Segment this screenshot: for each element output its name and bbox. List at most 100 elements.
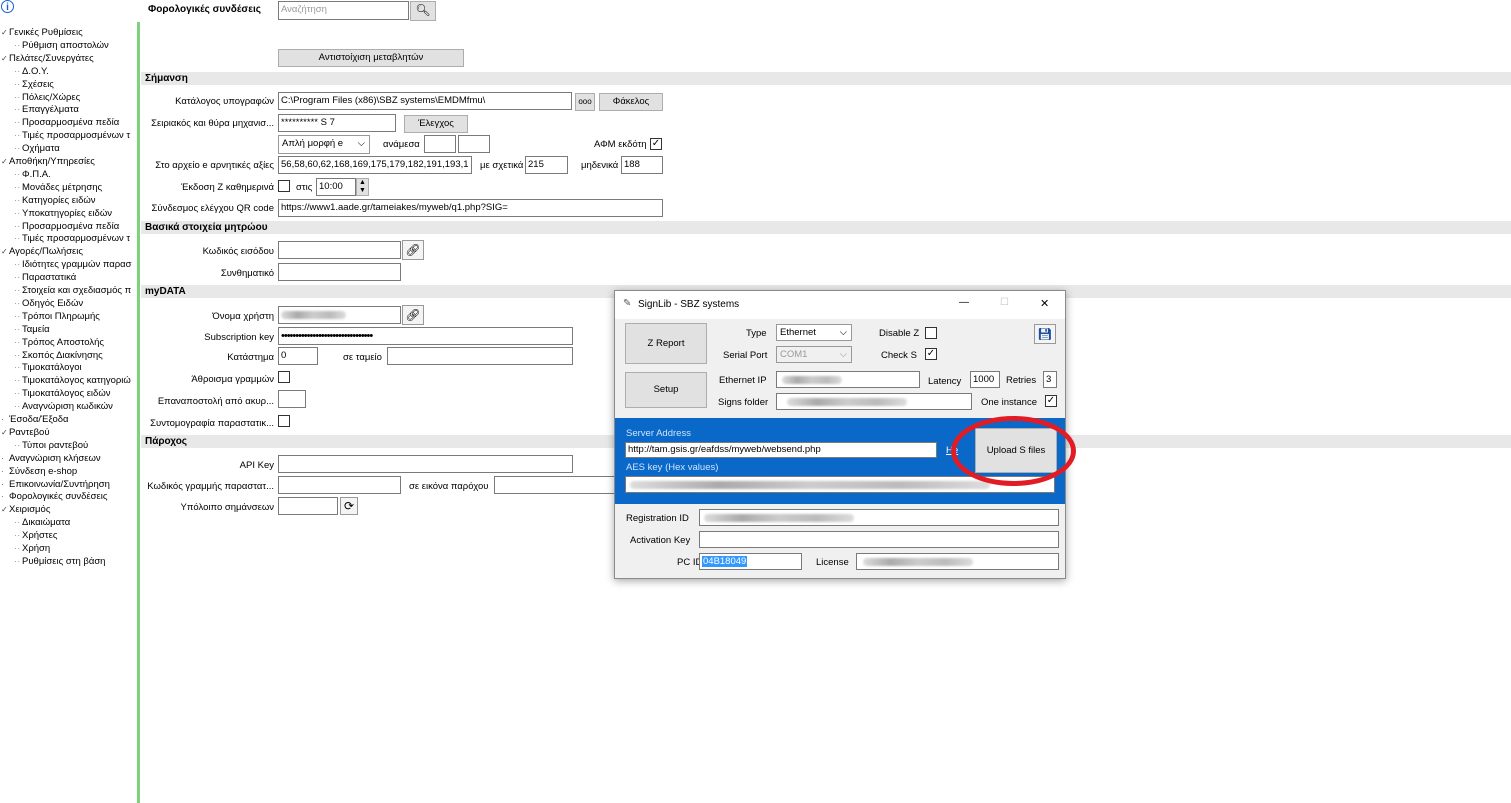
mydata-user-input[interactable] <box>278 306 401 324</box>
tree-item[interactable]: ·· Αναγνώριση κωδικών <box>14 400 113 413</box>
map-variables-button[interactable]: Αντιστοίχιση μεταβλητών <box>278 49 464 67</box>
chevron-down-icon[interactable]: ✓ <box>1 426 9 439</box>
tree-item[interactable]: ✓Γενικές Ρυθμίσεις <box>1 26 83 39</box>
check-s-checkbox[interactable]: ✓ <box>925 348 937 360</box>
between-from-input[interactable] <box>424 135 456 153</box>
folder-button[interactable]: Φάκελος <box>599 93 663 111</box>
tree-item[interactable]: ·· Ιδιότητες γραμμών παρασ <box>14 258 132 271</box>
chevron-down-icon[interactable]: ✓ <box>1 503 9 516</box>
daily-z-checkbox[interactable] <box>278 180 290 192</box>
tree-item[interactable]: ·· Ρύθμιση αποστολών <box>14 39 109 52</box>
provider-image-input[interactable] <box>494 476 616 494</box>
tree-item[interactable]: ·· Σχέσεις <box>14 78 54 91</box>
tree-item[interactable]: ·· Τρόπος Αποστολής <box>14 336 104 349</box>
registration-id-input[interactable] <box>699 509 1059 526</box>
tree-splitter[interactable] <box>137 22 140 803</box>
retries-input[interactable]: 3 <box>1043 371 1057 388</box>
chevron-down-icon[interactable]: ✓ <box>1 245 9 258</box>
format-select[interactable]: Απλή μορφή e ⌵ <box>278 135 370 154</box>
tree-item[interactable]: · Σύνδεση e-shop <box>1 465 77 478</box>
abbreviation-checkbox[interactable] <box>278 415 290 427</box>
tree-item[interactable]: ✓Ραντεβού <box>1 426 50 439</box>
qr-input[interactable]: https://www1.aade.gr/tameiakes/myweb/q1.… <box>278 199 663 217</box>
tree-item[interactable]: · Φορολογικές συνδέσεις <box>1 490 107 503</box>
till-input[interactable] <box>387 347 573 365</box>
negative-values-input[interactable]: 56,58,60,62,168,169,175,179,182,191,193,… <box>278 156 472 174</box>
pc-id-input[interactable]: 04B18049 <box>699 553 802 570</box>
tree-item[interactable]: ·· Χρήστες <box>14 529 57 542</box>
relative-input[interactable]: 215 <box>525 156 568 174</box>
signs-folder-input[interactable] <box>776 393 972 410</box>
tree-item[interactable]: ·· Χρήση <box>14 542 50 555</box>
sum-lines-checkbox[interactable] <box>278 371 290 383</box>
tree-item[interactable]: ·· Σκοπός Διακίνησης <box>14 349 103 362</box>
password-input[interactable] <box>278 263 401 281</box>
disable-z-checkbox[interactable] <box>925 327 937 339</box>
tree-item[interactable]: ·· Τιμοκατάλογος ειδών <box>14 387 111 400</box>
tree-item[interactable]: ·· Στοιχεία και σχεδιασμός π <box>14 284 131 297</box>
ethernet-ip-input[interactable] <box>776 371 920 388</box>
afm-checkbox[interactable]: ✓ <box>650 138 662 150</box>
setup-button[interactable]: Setup <box>625 372 707 408</box>
time-input[interactable]: 10:00 <box>316 178 356 196</box>
chevron-down-icon[interactable]: ✓ <box>1 52 9 65</box>
server-address-input[interactable]: http://tam.gsis.gr/eafdss/myweb/websend.… <box>625 442 937 458</box>
tree-item[interactable]: · Αναγνώριση κλήσεων <box>1 452 101 465</box>
one-instance-checkbox[interactable]: ✓ <box>1045 395 1057 407</box>
save-icon[interactable]: 💾︎ <box>1034 324 1056 344</box>
serial-input[interactable]: ********** S 7 <box>278 114 396 132</box>
login-code-input[interactable] <box>278 241 401 259</box>
type-select[interactable]: Ethernet ⌵ <box>776 324 852 341</box>
z-report-button[interactable]: Z Report <box>625 323 707 364</box>
tree-item[interactable]: ·· Τιμοκατάλογος κατηγοριώ <box>14 374 131 387</box>
browse-button[interactable]: ooo <box>575 93 595 111</box>
tree-item[interactable]: ·· Επαγγέλματα <box>14 103 79 116</box>
tree-item[interactable]: ·· Φ.Π.Α. <box>14 168 51 181</box>
chevron-down-icon[interactable]: ✓ <box>1 26 9 39</box>
tree-item[interactable]: ·· Ρυθμίσεις στη βάση <box>14 555 105 568</box>
license-input[interactable] <box>856 553 1059 570</box>
tree-item[interactable]: ✓Αγορές/Πωλήσεις <box>1 245 83 258</box>
tree-item[interactable]: ·· Δ.Ο.Υ. <box>14 65 49 78</box>
subscription-key-input[interactable]: •••••••••••••••••••••••••••••••• <box>278 327 573 345</box>
link-icon[interactable]: 🔗︎ <box>402 305 424 325</box>
tree-item[interactable]: ·· Ταμεία <box>14 323 50 336</box>
close-button[interactable]: ✕ <box>1040 297 1049 310</box>
line-code-input[interactable] <box>278 476 401 494</box>
maximize-button[interactable]: ☐ <box>1000 297 1009 308</box>
minimize-button[interactable]: — <box>959 297 969 308</box>
check-button[interactable]: Έλεγχος <box>404 115 468 133</box>
tree-item[interactable]: ·· Προσαρμοσμένα πεδία <box>14 116 119 129</box>
api-key-input[interactable] <box>278 455 573 473</box>
refresh-icon[interactable]: ⟳ <box>340 497 358 515</box>
balance-input[interactable] <box>278 497 338 515</box>
tree-item[interactable]: ·· Κατηγορίες ειδών <box>14 194 96 207</box>
chevron-down-icon[interactable]: ✓ <box>1 155 9 168</box>
zero-input[interactable]: 188 <box>621 156 663 174</box>
tree-item[interactable]: ·· Δικαιώματα <box>14 516 70 529</box>
search-button[interactable]: 🔍︎ <box>410 1 436 21</box>
resend-input[interactable] <box>278 390 306 408</box>
tree-item[interactable]: · Επικοινωνία/Συντήρηση <box>1 478 110 491</box>
serial-port-select[interactable]: COM1 ⌵ <box>776 346 852 363</box>
tree-item[interactable]: ·· Προσαρμοσμένα πεδία <box>14 220 119 233</box>
sig-dir-input[interactable]: C:\Program Files (x86)\SBZ systems\EMDMf… <box>278 92 572 110</box>
between-to-input[interactable] <box>458 135 490 153</box>
tree-item[interactable]: ·· Τιμές προσαρμοσμένων τ <box>14 129 130 142</box>
store-input[interactable]: 0 <box>278 347 318 365</box>
tree-item[interactable]: ·· Τιμοκατάλογοι <box>14 361 82 374</box>
info-icon[interactable]: i <box>1 0 14 13</box>
dialog-titlebar[interactable]: ✎ SignLib - SBZ systems — ☐ ✕ <box>615 291 1065 319</box>
search-input[interactable]: Αναζήτηση <box>278 1 409 20</box>
tree-item[interactable]: ·· Οδηγός Ειδών <box>14 297 83 310</box>
tree-item[interactable]: ·· Υποκατηγορίες ειδών <box>14 207 112 220</box>
tree-item[interactable]: ·· Πόλεις/Χώρες <box>14 91 80 104</box>
tree-item[interactable]: ✓Χειρισμός <box>1 503 50 516</box>
tree-item[interactable]: ·· Οχήματα <box>14 142 60 155</box>
tree-item[interactable]: ·· Τύποι ραντεβού <box>14 439 88 452</box>
tree-item[interactable]: · Έσοδα/Έξοδα <box>1 413 69 426</box>
tree-item[interactable]: ✓Πελάτες/Συνεργάτες <box>1 52 94 65</box>
tree-item[interactable]: ·· Παραστατικά <box>14 271 76 284</box>
activation-key-input[interactable] <box>699 531 1059 548</box>
tree-item[interactable]: ·· Μονάδες μέτρησης <box>14 181 102 194</box>
